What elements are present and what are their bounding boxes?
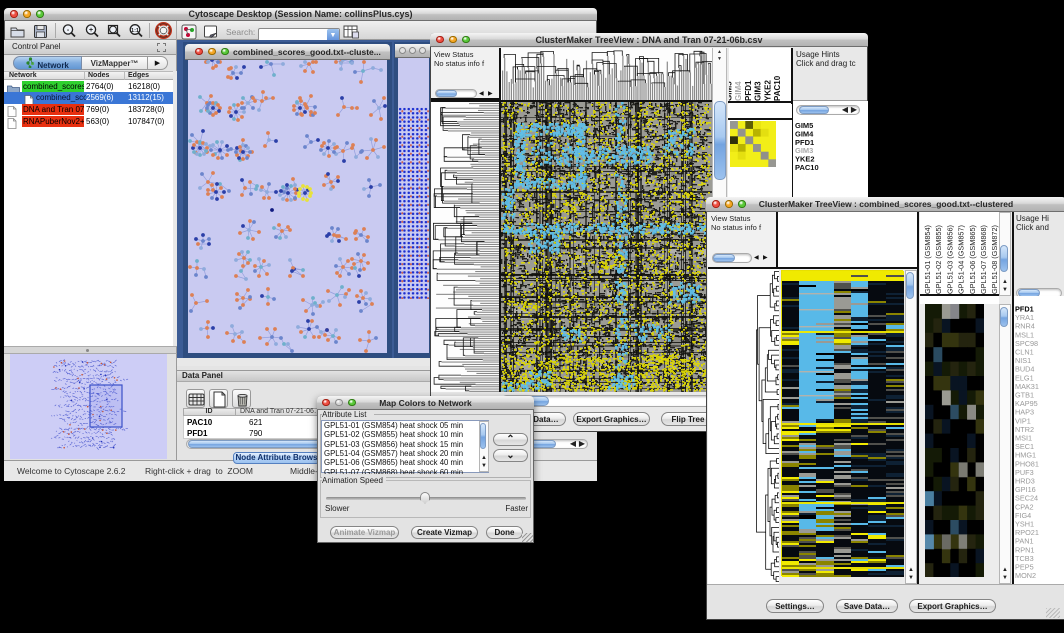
svg-text:MON2: MON2 — [1015, 571, 1036, 580]
svg-text:GIM3: GIM3 — [754, 81, 763, 101]
svg-text:GPL51-02 (GSM855): GPL51-02 (GSM855) — [934, 225, 943, 294]
svg-text:GPL51-07 (GSM868): GPL51-07 (GSM868) — [979, 225, 988, 294]
svg-text:PFD1: PFD1 — [744, 80, 753, 101]
svg-text:+: + — [89, 27, 93, 34]
svg-text:GPL51-01 (GSM854): GPL51-01 (GSM854) — [923, 225, 932, 294]
svg-text:PAC10: PAC10 — [773, 75, 782, 101]
svg-text:GPL51-08 (GSM872): GPL51-08 (GSM872) — [990, 225, 999, 294]
svg-text:GIM4: GIM4 — [734, 81, 743, 101]
svg-text:PAC10: PAC10 — [795, 163, 819, 172]
svg-text:1:1: 1:1 — [131, 28, 139, 34]
svg-text:GPL51-04 (GSM857): GPL51-04 (GSM857) — [957, 225, 966, 294]
svg-text:GPL51-03 (GSM856): GPL51-03 (GSM856) — [945, 225, 954, 294]
svg-text:YKE2: YKE2 — [763, 80, 772, 101]
svg-text:GPL51-06 (GSM865): GPL51-06 (GSM865) — [968, 225, 977, 294]
svg-text:GIM5: GIM5 — [729, 81, 734, 101]
